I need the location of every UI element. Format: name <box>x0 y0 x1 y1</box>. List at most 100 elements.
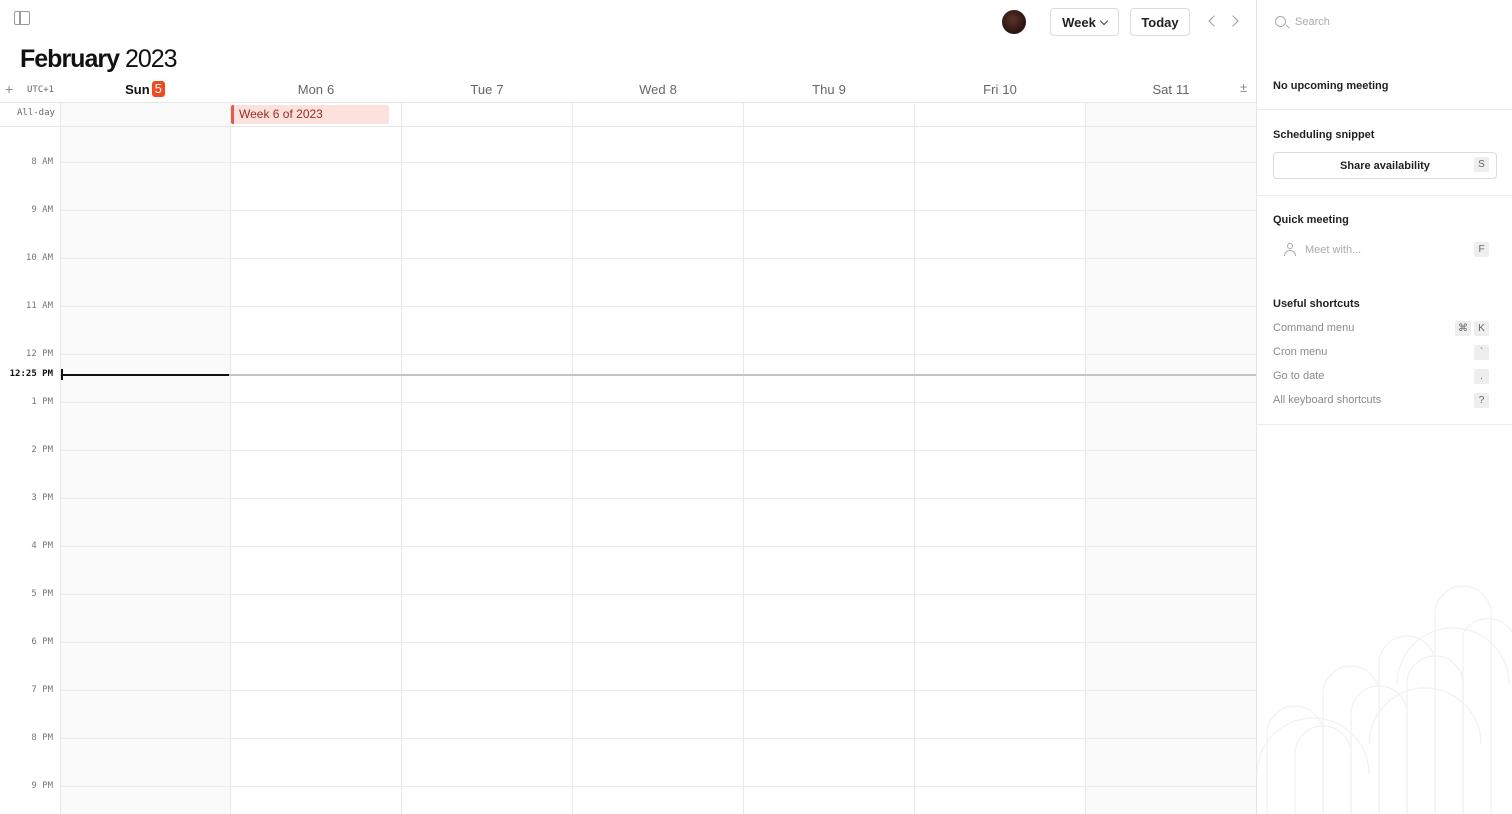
hour-label: 9 PM <box>31 781 53 791</box>
day-number: 9 <box>838 81 846 97</box>
allday-event[interactable]: Week 6 of 2023 <box>231 105 389 124</box>
upcoming-title: No upcoming meeting <box>1273 80 1389 92</box>
day-number: 11 <box>1176 81 1190 97</box>
sunday-column-shade <box>60 102 230 814</box>
today-date-badge: 5 <box>151 81 165 97</box>
day-header-sat[interactable]: Sat 11 <box>1086 80 1256 98</box>
decorative-pattern <box>1257 585 1512 814</box>
day-name: Tue <box>470 81 493 97</box>
shortcut-key: . <box>1474 369 1489 384</box>
hour-label: 9 AM <box>31 205 53 215</box>
hour-line <box>60 738 1256 739</box>
meet-with-input[interactable] <box>1305 241 1465 259</box>
current-time-marker <box>61 369 63 380</box>
hour-line <box>60 594 1256 595</box>
day-name: Sat <box>1152 81 1172 97</box>
today-button[interactable]: Today <box>1130 8 1190 36</box>
day-header-wed[interactable]: Wed 8 <box>573 80 743 98</box>
hour-label: 11 AM <box>25 301 53 311</box>
chevron-right-icon[interactable] <box>1228 14 1242 28</box>
add-timezone-button[interactable]: + <box>5 81 13 97</box>
hour-line <box>60 210 1256 211</box>
hour-line <box>60 498 1256 499</box>
day-number: 10 <box>1002 81 1017 97</box>
hour-label: 7 PM <box>31 685 53 695</box>
shortcut-item[interactable]: Go to date <box>1273 370 1324 382</box>
allday-label: All-day <box>17 108 55 118</box>
hour-line <box>60 690 1256 691</box>
current-time-line <box>60 374 1256 376</box>
page-title: February 2023 <box>20 45 178 74</box>
saturday-column-shade <box>1086 102 1256 814</box>
day-column-divider <box>743 102 744 814</box>
day-number: 8 <box>669 81 677 97</box>
upcoming-section: No upcoming meeting <box>1257 44 1512 110</box>
allday-row[interactable] <box>0 102 1256 127</box>
year: 2023 <box>124 45 178 73</box>
day-header-tue[interactable]: Tue 7 <box>402 80 572 98</box>
day-name: Sun <box>125 81 150 97</box>
current-time-label: 12:25 PM <box>9 369 53 379</box>
hour-line <box>60 258 1256 259</box>
hour-label: 2 PM <box>31 445 53 455</box>
day-column-divider <box>401 102 402 814</box>
day-header-mon[interactable]: Mon 6 <box>231 80 401 98</box>
shortcut-key: K <box>1474 321 1489 336</box>
timezone-label: UTC+1 <box>27 85 55 95</box>
shortcuts-divider <box>1257 424 1512 425</box>
day-column-divider <box>1085 102 1086 814</box>
today-button-label: Today <box>1141 14 1179 30</box>
day-header-sun[interactable]: Sun 5 <box>60 80 230 98</box>
right-panel: No upcoming meeting Scheduling snippet S… <box>1256 0 1512 814</box>
hour-label: 10 AM <box>25 253 53 263</box>
hour-label: 5 PM <box>31 589 53 599</box>
hour-line <box>60 450 1256 451</box>
day-name: Fri <box>983 81 999 97</box>
hour-line <box>60 306 1256 307</box>
day-header-thu[interactable]: Thu 9 <box>744 80 914 98</box>
search-input[interactable] <box>1295 12 1495 32</box>
hour-line <box>60 642 1256 643</box>
shortcut-key: ` <box>1474 345 1489 360</box>
avatar[interactable] <box>1002 10 1026 34</box>
calendar-pane: Week Today February 2023 + UTC+1 ± Sun 5 M… <box>0 0 1256 814</box>
meet-shortcut-key: F <box>1474 242 1489 257</box>
hour-line <box>60 546 1256 547</box>
share-shortcut-key: S <box>1474 157 1489 172</box>
hour-line <box>60 402 1256 403</box>
shortcut-item[interactable]: Command menu <box>1273 322 1354 334</box>
hour-line <box>60 162 1256 163</box>
day-name: Wed <box>639 81 666 97</box>
share-availability-label: Share availability <box>1340 159 1430 172</box>
hour-label: 6 PM <box>31 637 53 647</box>
day-name: Mon <box>297 81 324 97</box>
day-column-divider <box>230 102 231 814</box>
shortcut-item[interactable]: All keyboard shortcuts <box>1273 394 1381 406</box>
search-icon <box>1275 16 1286 27</box>
view-selector-label: Week <box>1062 14 1096 30</box>
person-icon <box>1284 243 1296 256</box>
scheduling-title: Scheduling snippet <box>1273 129 1375 141</box>
hour-label: 12 PM <box>25 349 53 359</box>
hour-label: 3 PM <box>31 493 53 503</box>
chevron-left-icon[interactable] <box>1206 14 1220 28</box>
shortcut-key: ? <box>1474 393 1489 408</box>
share-availability-button[interactable]: Share availability <box>1273 152 1497 179</box>
day-column-divider <box>914 102 915 814</box>
day-column-divider <box>60 102 61 814</box>
sidebar-toggle-icon[interactable] <box>14 11 30 25</box>
chevron-down-icon <box>1099 16 1109 25</box>
shortcut-item[interactable]: Cron menu <box>1273 346 1327 358</box>
day-number: 6 <box>327 81 335 97</box>
hour-label: 8 AM <box>31 157 53 167</box>
shortcuts-title: Useful shortcuts <box>1273 298 1360 310</box>
current-time-line-today <box>62 374 229 376</box>
event-title: Week 6 of 2023 <box>239 107 323 121</box>
month-name: February <box>20 45 120 73</box>
hour-line <box>60 354 1256 355</box>
day-header-fri[interactable]: Fri 10 <box>915 80 1085 98</box>
hour-line <box>60 786 1256 787</box>
hour-label: 1 PM <box>31 397 53 407</box>
view-selector-button[interactable]: Week <box>1050 8 1119 36</box>
hour-label: 4 PM <box>31 541 53 551</box>
